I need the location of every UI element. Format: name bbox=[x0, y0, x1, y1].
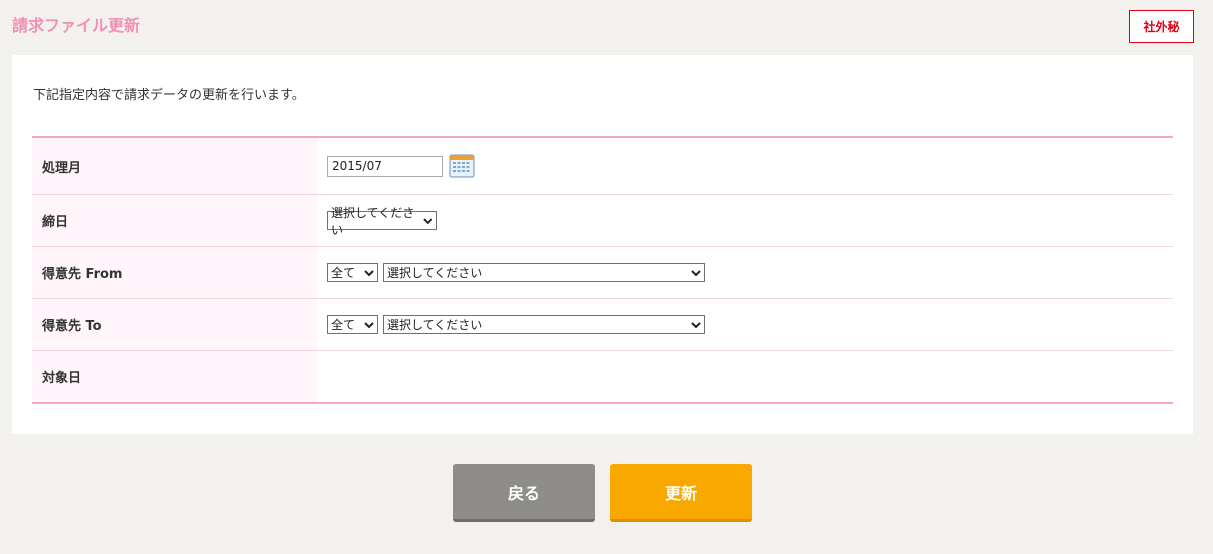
calendar-icon[interactable] bbox=[449, 154, 475, 178]
closing-date-select[interactable]: 選択してください bbox=[327, 206, 437, 237]
customer-to-value: 全て 選択してください bbox=[317, 299, 1173, 350]
customer-to-select[interactable]: 選択してください bbox=[383, 315, 705, 334]
update-button[interactable]: 更新 bbox=[610, 464, 752, 522]
customer-from-group-selected: 全て bbox=[331, 266, 356, 280]
chevron-down-icon bbox=[364, 269, 374, 276]
form-table: 処理月 締日 bbox=[32, 136, 1173, 404]
customer-to-group-selected: 全て bbox=[331, 318, 356, 332]
row-processing-month: 処理月 bbox=[32, 138, 1173, 195]
closing-date-value: 選択してください bbox=[317, 195, 1173, 246]
customer-from-label: 得意先 From bbox=[32, 247, 317, 298]
customer-from-select[interactable]: 選択してください bbox=[383, 263, 705, 282]
processing-month-label: 処理月 bbox=[32, 138, 317, 194]
row-customer-from: 得意先 From 全て 選択してください bbox=[32, 247, 1173, 299]
confidential-badge: 社外秘 bbox=[1129, 10, 1194, 43]
target-date-value bbox=[317, 351, 1173, 402]
description-text: 下記指定内容で請求データの更新を行います。 bbox=[33, 88, 305, 103]
main-panel: 下記指定内容で請求データの更新を行います。 処理月 2015/07 締日 選択し… bbox=[12, 55, 1193, 434]
customer-to-label: 得意先 To bbox=[32, 299, 317, 350]
row-target-date: 対象日 bbox=[32, 351, 1173, 402]
customer-to-group-select[interactable]: 全て bbox=[327, 315, 378, 334]
row-closing-date: 締日 選択してください bbox=[32, 195, 1173, 247]
chevron-down-icon bbox=[364, 321, 374, 328]
customer-from-value: 全て 選択してください bbox=[317, 247, 1173, 298]
closing-date-selected: 選択してください bbox=[331, 205, 415, 237]
customer-from-selected: 選択してください bbox=[387, 266, 483, 280]
page-title: 請求ファイル更新 bbox=[12, 16, 141, 35]
chevron-down-icon bbox=[691, 269, 701, 276]
chevron-down-icon bbox=[691, 321, 701, 328]
target-date-label: 対象日 bbox=[32, 351, 317, 402]
customer-to-selected: 選択してください bbox=[387, 318, 483, 332]
processing-month-value bbox=[317, 138, 1173, 194]
row-customer-to: 得意先 To 全て 選択してください bbox=[32, 299, 1173, 351]
customer-from-group-select[interactable]: 全て bbox=[327, 263, 378, 282]
closing-date-label: 締日 bbox=[32, 195, 317, 246]
chevron-down-icon bbox=[423, 217, 433, 224]
processing-month-input[interactable] bbox=[327, 155, 443, 177]
back-button[interactable]: 戻る bbox=[453, 464, 595, 522]
